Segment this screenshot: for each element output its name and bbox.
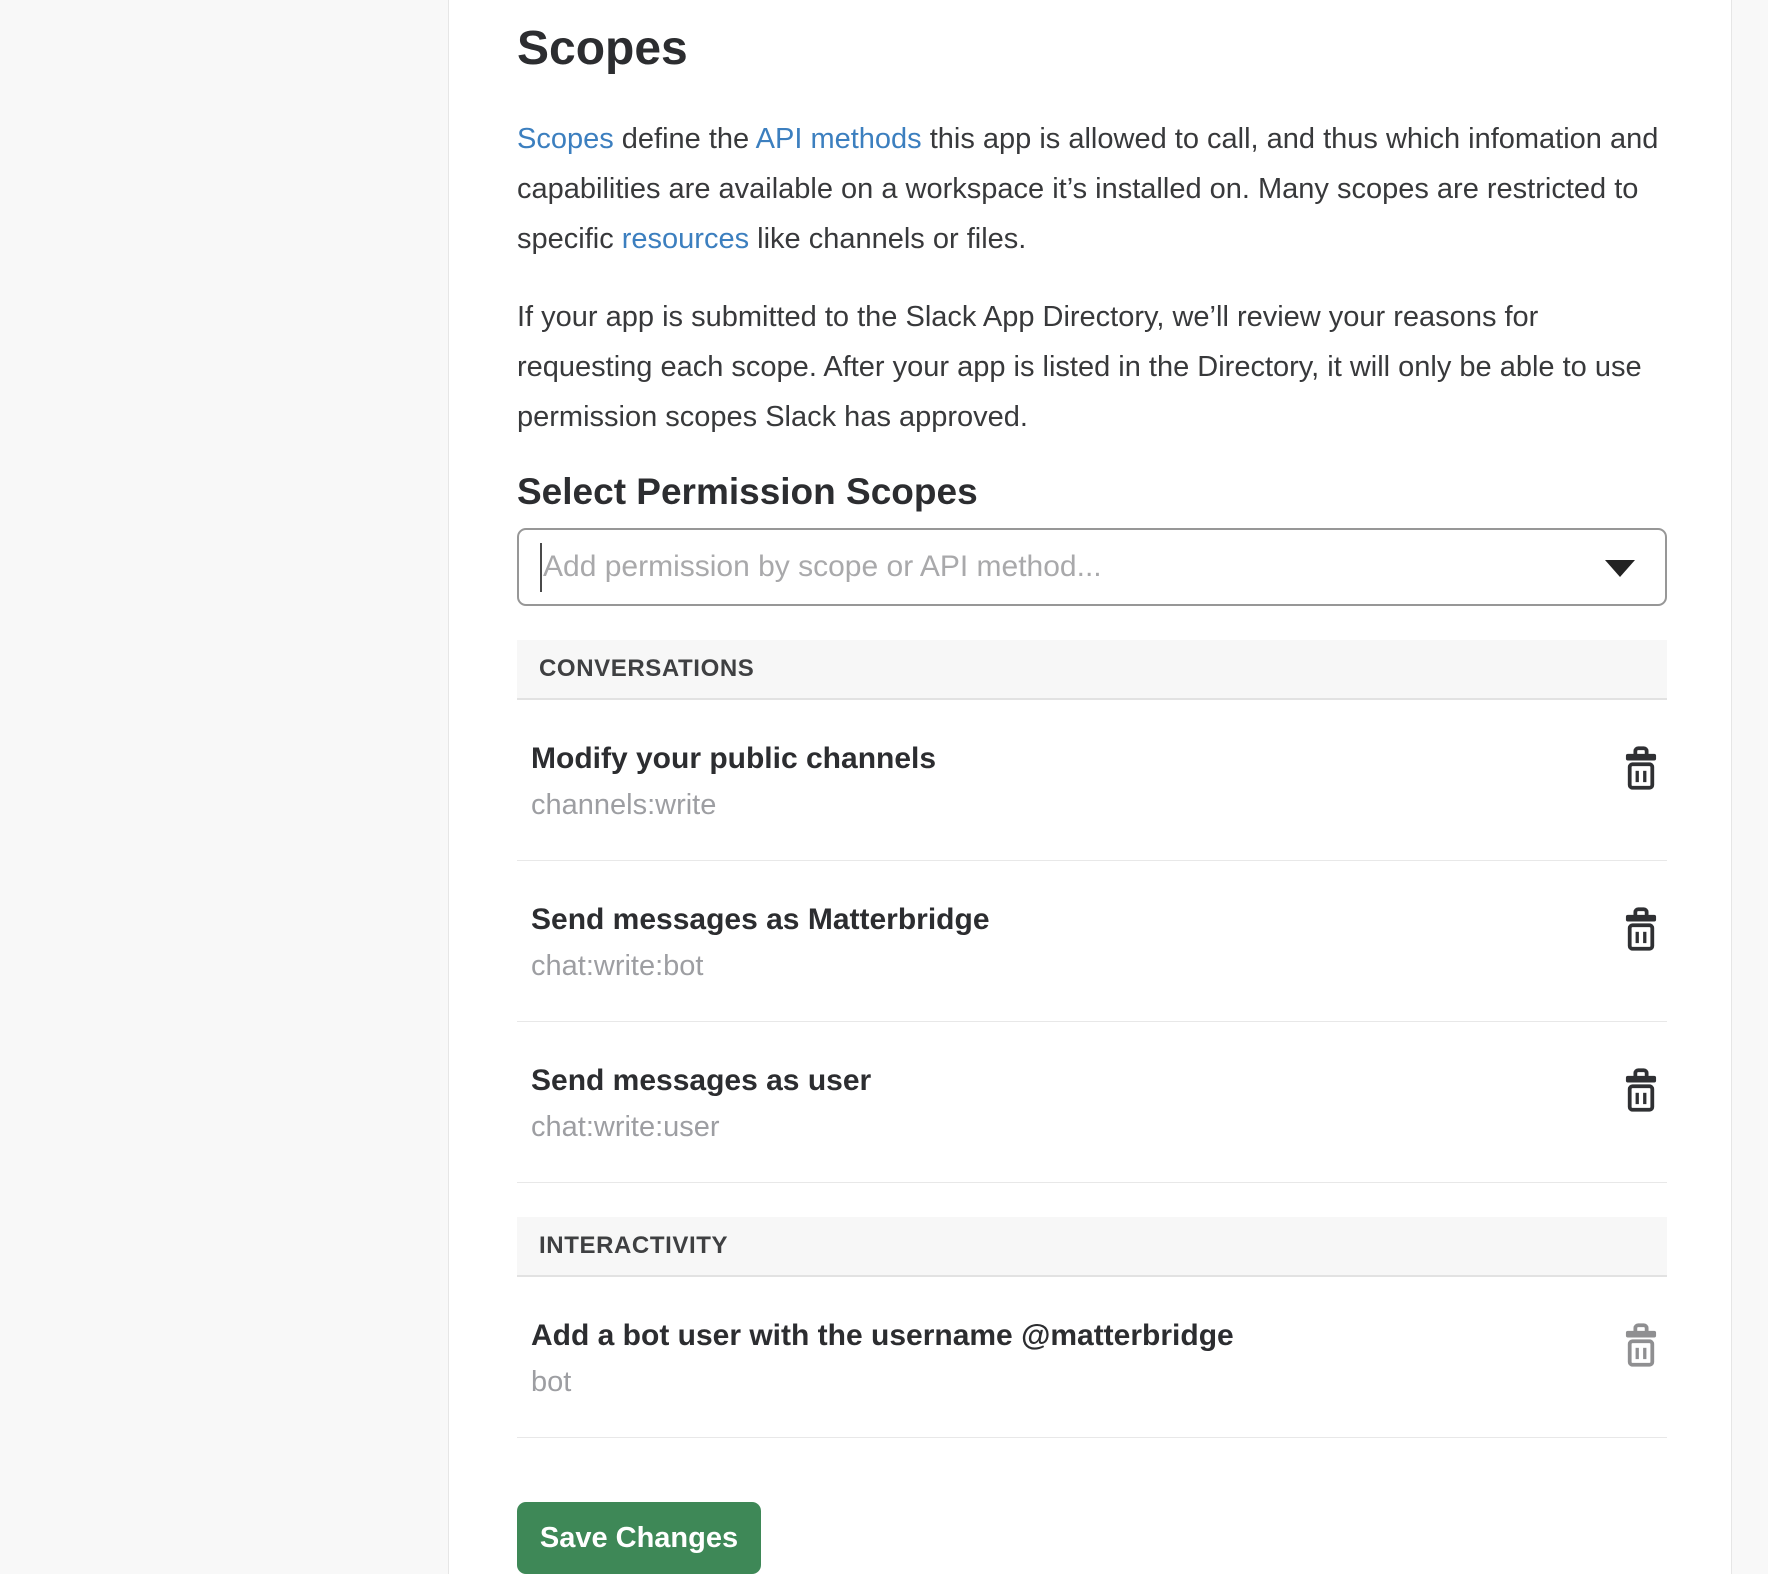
scope-row-chat-write-bot: Send messages as Matterbridge chat:write…: [517, 861, 1667, 1022]
trash-icon: [1625, 1068, 1657, 1112]
intro-text: define the: [614, 123, 756, 155]
remove-scope-button[interactable]: [1625, 907, 1657, 951]
api-methods-link[interactable]: API methods: [756, 123, 922, 155]
scope-name: Modify your public channels: [531, 740, 936, 778]
scope-code: chat:write:user: [531, 1108, 871, 1146]
scope-row-channels-write: Modify your public channels channels:wri…: [517, 700, 1667, 861]
scope-name: Send messages as user: [531, 1062, 871, 1100]
scope-info: Modify your public channels channels:wri…: [531, 740, 936, 824]
scope-info: Add a bot user with the username @matter…: [531, 1317, 1234, 1401]
text-cursor: [540, 543, 542, 592]
scope-code: chat:write:bot: [531, 947, 990, 985]
select-permission-scopes-heading: Select Permission Scopes: [517, 470, 1667, 514]
trash-icon: [1625, 907, 1657, 951]
section-header-conversations: CONVERSATIONS: [517, 640, 1667, 700]
scope-row-bot: Add a bot user with the username @matter…: [517, 1277, 1667, 1438]
scope-info: Send messages as Matterbridge chat:write…: [531, 901, 990, 985]
trash-icon: [1625, 1323, 1657, 1367]
section-header-interactivity: INTERACTIVITY: [517, 1217, 1667, 1277]
scope-row-chat-write-user: Send messages as user chat:write:user: [517, 1022, 1667, 1183]
intro-paragraph-1: Scopes define the API methods this app i…: [517, 114, 1667, 264]
save-changes-button[interactable]: Save Changes: [517, 1502, 761, 1574]
trash-icon: [1625, 746, 1657, 790]
remove-scope-button[interactable]: [1625, 746, 1657, 790]
scope-info: Send messages as user chat:write:user: [531, 1062, 871, 1146]
scope-name: Add a bot user with the username @matter…: [531, 1317, 1234, 1355]
page-title: Scopes: [517, 20, 1667, 78]
scope-code: bot: [531, 1363, 1234, 1401]
intro-text: like channels or files.: [749, 223, 1026, 255]
scopes-page: Scopes Scopes define the API methods thi…: [0, 0, 1768, 1574]
scopes-link[interactable]: Scopes: [517, 123, 614, 155]
scope-search-box: [517, 528, 1667, 606]
remove-scope-button[interactable]: [1625, 1323, 1657, 1367]
intro-paragraph-2: If your app is submitted to the Slack Ap…: [517, 292, 1667, 442]
chevron-down-icon[interactable]: [1605, 560, 1635, 577]
main-content-card: Scopes Scopes define the API methods thi…: [448, 0, 1732, 1574]
remove-scope-button[interactable]: [1625, 1068, 1657, 1112]
resources-link[interactable]: resources: [622, 223, 749, 255]
scope-search-input[interactable]: [519, 530, 1665, 604]
section-label: CONVERSATIONS: [539, 655, 754, 683]
section-label: INTERACTIVITY: [539, 1232, 728, 1260]
sidebar: [0, 0, 448, 1574]
scope-name: Send messages as Matterbridge: [531, 901, 990, 939]
scope-code: channels:write: [531, 786, 936, 824]
scopes-section: Scopes Scopes define the API methods thi…: [449, 20, 1731, 1574]
